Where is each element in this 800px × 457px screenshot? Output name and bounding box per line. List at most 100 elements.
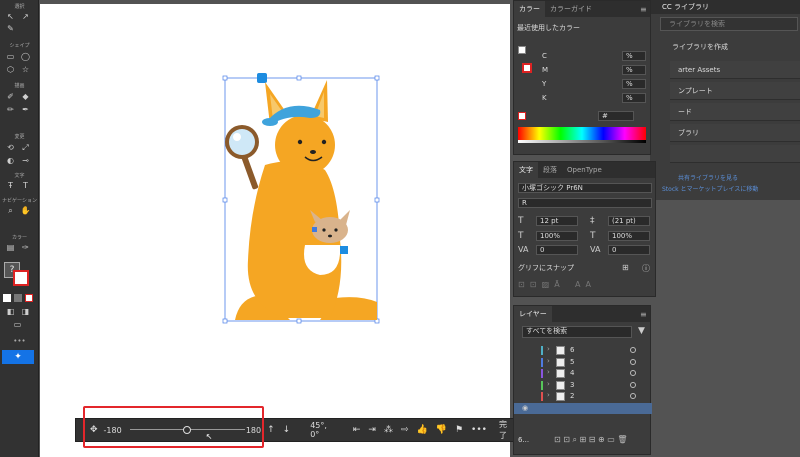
expand-chevron-icon[interactable]: › [547, 391, 550, 399]
kangaroo-illustration[interactable] [220, 70, 385, 325]
pen-tool-icon[interactable]: ✒ [20, 105, 31, 114]
pins-icon[interactable]: ⁂ [384, 425, 393, 435]
rotate-tool-icon[interactable]: ⟲ [5, 143, 16, 152]
layer-target-icon[interactable] [630, 381, 636, 388]
screen-mode-icon[interactable]: ▭ [12, 320, 23, 329]
visibility-eye-icon[interactable]: ◉ [522, 404, 528, 412]
channel-y-input[interactable]: % [622, 79, 646, 89]
layer-name[interactable]: 2 [570, 392, 574, 400]
tab-character[interactable]: 文字 [514, 162, 538, 178]
eyedropper-tool-icon[interactable]: ✑ [20, 243, 31, 252]
font-style-select[interactable]: R [518, 198, 652, 208]
layer-row[interactable]: › 6 [514, 345, 652, 356]
export-icon[interactable]: ⇨ [401, 425, 409, 435]
leading-input[interactable]: (21 pt) [608, 216, 650, 226]
zoom-tool-icon[interactable]: ⌕ [5, 206, 16, 215]
layer-target-icon[interactable] [630, 393, 636, 399]
lasso-tool-icon[interactable]: ✎ [5, 24, 16, 33]
hand-tool-icon[interactable]: ✋ [20, 206, 31, 215]
kerning-input[interactable]: 0 [536, 245, 578, 255]
channel-m-input[interactable]: % [622, 65, 646, 75]
align-right-icon[interactable]: ⇥ [368, 425, 376, 435]
puppet-warp-tool-icon[interactable]: ✦ [2, 350, 34, 364]
expand-chevron-icon[interactable]: › [547, 345, 550, 353]
channel-k-input[interactable]: % [622, 93, 646, 103]
layer-name[interactable]: 4 [570, 369, 574, 377]
shared-library-link[interactable]: 共有ライブラリを見る [678, 173, 738, 182]
none-swatch-icon[interactable] [518, 112, 526, 120]
ellipse-tool-icon[interactable]: ◯ [20, 52, 31, 61]
tab-layers[interactable]: レイヤー [514, 306, 552, 322]
bring-forward-icon[interactable]: ↑ [267, 425, 275, 435]
stroke-swatch-icon[interactable] [13, 270, 29, 286]
layer-name[interactable]: 3 [570, 381, 574, 389]
layer-row[interactable]: › 2 [514, 391, 652, 402]
scale-tool-icon[interactable]: ⤢ [20, 143, 31, 152]
color-spectrum[interactable] [518, 127, 646, 140]
grayscale-ramp[interactable] [518, 140, 646, 143]
library-item[interactable]: arter Assets [670, 61, 800, 79]
filter-icon[interactable]: ▼ [638, 326, 645, 336]
snap-settings-icon[interactable]: ⊞ [622, 263, 629, 272]
more-icon[interactable]: ••• [471, 425, 487, 435]
eraser-tool-icon[interactable]: ◆ [20, 92, 31, 101]
star-tool-icon[interactable]: ☆ [20, 65, 31, 74]
font-family-select[interactable]: 小塚ゴシック Pr6N [518, 183, 652, 193]
layer-row[interactable]: › 4 [514, 368, 652, 379]
tracking-input[interactable]: 0 [608, 245, 650, 255]
create-library-button[interactable]: ライブラリを作成 [650, 42, 728, 52]
rectangle-tool-icon[interactable]: ▭ [5, 52, 16, 61]
type-tool-icon[interactable]: T [20, 181, 31, 190]
done-button[interactable]: 完了 [499, 419, 514, 441]
shape-builder-tool-icon[interactable]: ◐ [5, 156, 16, 165]
layer-target-icon[interactable] [630, 347, 636, 353]
none-mode-icon[interactable] [25, 294, 33, 302]
stroke-icon[interactable] [522, 63, 532, 73]
tab-paragraph[interactable]: 段落 [538, 162, 562, 178]
layer-search-input[interactable]: すべてを検索 [522, 326, 632, 338]
draw-behind-icon[interactable]: ◨ [20, 307, 31, 316]
send-backward-icon[interactable]: ↓ [283, 425, 291, 435]
library-item[interactable]: ンプレート [670, 82, 800, 100]
align-left-icon[interactable]: ⇤ [353, 425, 361, 435]
more-tools-icon[interactable]: ••• [0, 337, 39, 345]
layer-target-icon[interactable] [630, 370, 636, 376]
expand-chevron-icon[interactable]: › [547, 380, 550, 388]
panel-menu-icon[interactable]: ≡ [640, 5, 647, 14]
fill-icon[interactable] [518, 46, 526, 54]
pencil-tool-icon[interactable]: ✏ [5, 105, 16, 114]
tab-opentype[interactable]: OpenType [562, 162, 607, 178]
hex-input[interactable]: # [598, 111, 634, 121]
layer-name[interactable]: 6 [570, 346, 574, 354]
layer-name[interactable]: 5 [570, 358, 574, 366]
library-search-input[interactable]: ライブラリを検索 [660, 17, 798, 31]
type-on-path-tool-icon[interactable]: Ŧ [5, 181, 16, 190]
layer-action-icons[interactable]: ⊡ ⊡ ⌕ ⊞ ⊟ ⊕ ▭ 🗑 [554, 435, 628, 445]
tab-cc-library[interactable]: CC ライブラリ [662, 2, 709, 12]
info-icon[interactable]: ⓘ [642, 263, 650, 274]
gradient-mode-icon[interactable] [14, 294, 22, 302]
snap-buttons[interactable]: ⊡ ⊡ ▨ Ā A A [518, 280, 652, 292]
tab-color[interactable]: カラー [514, 1, 545, 17]
selection-tool-icon[interactable]: ↖ [5, 12, 16, 21]
panel-menu-icon[interactable]: ≡ [640, 310, 647, 319]
flag-icon[interactable]: ⚑ [455, 425, 463, 435]
font-size-input[interactable]: 12 pt [536, 216, 578, 226]
brush-tool-icon[interactable]: ✐ [5, 92, 16, 101]
dislike-icon[interactable]: 👎 [436, 425, 447, 435]
polygon-tool-icon[interactable]: ⬡ [5, 65, 16, 74]
width-tool-icon[interactable]: ⊸ [20, 156, 31, 165]
stock-link[interactable]: Stock とマーケットプレイスに移動 [662, 184, 758, 193]
horizontal-scale-input[interactable]: 100% [608, 231, 650, 241]
library-item[interactable]: ブラリ [670, 124, 800, 142]
layer-target-icon[interactable] [630, 358, 636, 365]
expand-chevron-icon[interactable]: › [547, 357, 550, 365]
color-mode-icon[interactable] [3, 294, 11, 302]
channel-c-input[interactable]: % [622, 51, 646, 61]
draw-mode-icon[interactable]: ◧ [5, 307, 16, 316]
library-item[interactable]: ード [670, 103, 800, 121]
layer-row[interactable]: › 5 [514, 357, 652, 368]
library-item-blank[interactable] [670, 145, 800, 163]
layer-row[interactable]: › 3 [514, 380, 652, 391]
gradient-tool-icon[interactable]: ▤ [5, 243, 16, 252]
